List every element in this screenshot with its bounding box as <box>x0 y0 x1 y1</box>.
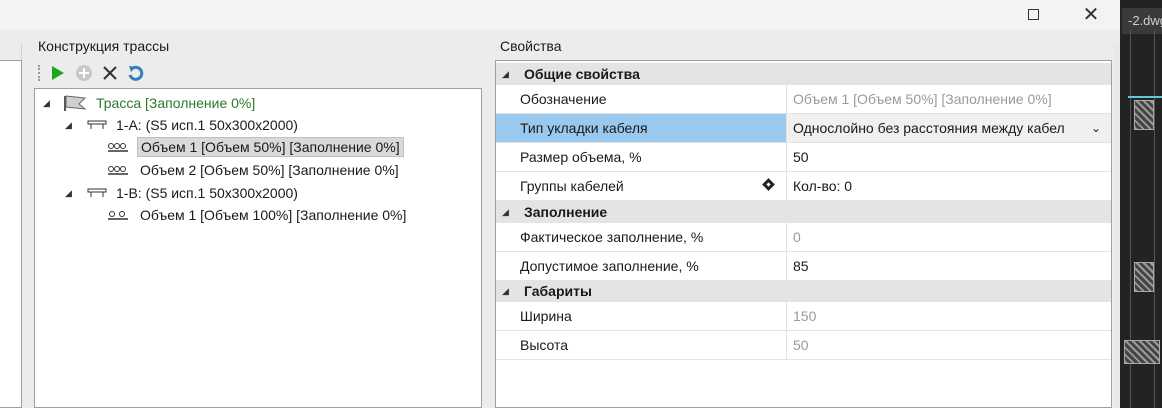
expand-arrow-icon[interactable]: ◢ <box>65 120 75 131</box>
title-bar: ✕ <box>0 0 1120 30</box>
cad-hatch <box>1134 100 1154 130</box>
property-value-input[interactable]: 50 <box>786 143 1111 171</box>
add-button[interactable] <box>74 63 94 83</box>
maximize-button[interactable] <box>1010 0 1056 28</box>
add-circle-icon <box>76 65 92 81</box>
left-pane <box>0 60 22 408</box>
route-flag-icon <box>64 95 87 111</box>
tree-node-volume-1b[interactable]: Объем 1 [Объем 100%] [Заполнение 0%] <box>107 204 409 226</box>
delete-button[interactable] <box>100 63 120 83</box>
panel-splitter[interactable] <box>1114 45 1120 408</box>
property-row-height[interactable]: Высота 50 <box>496 331 1111 360</box>
cable-volume-icon <box>108 166 128 175</box>
tree-node-tray-1b[interactable]: ◢ 1-B: (S5 исп.1 50x300x2000) <box>65 182 301 204</box>
cable-volume-icon <box>108 143 128 152</box>
property-value[interactable]: Кол-во: 0 <box>786 172 1111 200</box>
construction-tree[interactable]: ◢ Трасса [Заполнение 0%] ◢ 1-A: (S5 исп.… <box>34 88 482 408</box>
property-name: Ширина <box>520 308 572 324</box>
tree-node-volume-1[interactable]: Объем 1 [Объем 50%] [Заполнение 0%] <box>107 136 404 158</box>
property-name: Высота <box>520 337 569 353</box>
category-label: Общие свойства <box>524 66 640 82</box>
cable-volume-icon <box>108 211 128 220</box>
left-pane-header <box>0 44 22 60</box>
property-row-designation[interactable]: Обозначение Объем 1 [Объем 50%] [Заполне… <box>496 85 1111 114</box>
cad-hatch <box>1124 340 1160 364</box>
category-general[interactable]: ◢ Общие свойства <box>496 63 1111 85</box>
property-value: 50 <box>786 331 1111 359</box>
close-button[interactable]: ✕ <box>1068 0 1114 28</box>
property-name: Допустимое заполнение, % <box>520 258 699 274</box>
delete-x-icon <box>103 66 117 80</box>
play-button[interactable] <box>48 63 68 83</box>
collapse-arrow-icon[interactable]: ◢ <box>502 207 512 218</box>
property-row-volume-size[interactable]: Размер объема, % 50 <box>496 143 1111 172</box>
tree-node-label: Объем 2 [Объем 50%] [Заполнение 0%] <box>140 162 399 178</box>
property-name: Тип укладки кабеля <box>496 114 786 142</box>
property-row-width[interactable]: Ширина 150 <box>496 302 1111 331</box>
tree-node-label: Объем 1 [Объем 50%] [Заполнение 0%] <box>137 137 404 157</box>
expand-arrow-icon[interactable]: ◢ <box>43 98 53 109</box>
cad-selection-line <box>1128 96 1162 98</box>
cad-drawing-area[interactable]: -2.dwg <box>1120 0 1162 408</box>
category-label: Габариты <box>524 283 592 299</box>
property-row-actual-fill[interactable]: Фактическое заполнение, % 0 <box>496 223 1111 252</box>
property-name: Размер объема, % <box>520 149 642 165</box>
properties-panel-title: Свойства <box>500 38 562 54</box>
dropdown-value: Однослойно без расстояния между кабел <box>793 120 1065 136</box>
drawing-tab[interactable]: -2.dwg <box>1122 8 1162 34</box>
property-row-cable-groups[interactable]: Группы кабелей Кол-во: 0 <box>496 172 1111 201</box>
chevron-down-icon[interactable]: ⌄ <box>1091 121 1101 135</box>
cable-tray-icon <box>87 188 107 197</box>
maximize-icon <box>1027 8 1039 20</box>
category-label: Заполнение <box>524 204 608 220</box>
tree-node-route[interactable]: ◢ Трасса [Заполнение 0%] <box>43 92 258 114</box>
toolbar-grip-icon[interactable] <box>38 65 42 81</box>
property-name: Фактическое заполнение, % <box>520 229 704 245</box>
refresh-button[interactable] <box>126 63 146 83</box>
tree-toolbar <box>34 60 482 86</box>
property-row-cable-laying[interactable]: Тип укладки кабеля Однослойно без рассто… <box>496 114 1111 143</box>
tree-node-label: 1-B: (S5 исп.1 50x300x2000) <box>116 185 298 201</box>
property-value: 150 <box>786 302 1111 330</box>
collapse-arrow-icon[interactable]: ◢ <box>502 286 512 297</box>
tree-node-label: 1-A: (S5 исп.1 50x300x2000) <box>116 117 298 133</box>
tree-node-tray-1a[interactable]: ◢ 1-A: (S5 исп.1 50x300x2000) <box>65 114 301 136</box>
property-grid[interactable]: ◢ Общие свойства Обозначение Объем 1 [Об… <box>495 60 1112 408</box>
cable-laying-dropdown[interactable]: Однослойно без расстояния между кабел ⌄ <box>786 114 1111 142</box>
property-value: Объем 1 [Объем 50%] [Заполнение 0%] <box>786 85 1111 113</box>
tree-node-label: Объем 1 [Объем 100%] [Заполнение 0%] <box>140 207 407 223</box>
category-dimensions[interactable]: ◢ Габариты <box>496 280 1111 302</box>
expand-arrow-icon[interactable]: ◢ <box>65 188 75 199</box>
property-name: Обозначение <box>520 91 607 107</box>
property-value-input[interactable]: 85 <box>786 252 1111 280</box>
cad-hatch <box>1134 262 1154 292</box>
tree-node-label: Трасса [Заполнение 0%] <box>96 95 256 111</box>
tree-panel-title: Конструкция трассы <box>38 38 170 54</box>
property-row-allowed-fill[interactable]: Допустимое заполнение, % 85 <box>496 252 1111 281</box>
cable-tray-icon <box>87 120 107 129</box>
property-value: 0 <box>786 223 1111 251</box>
property-name: Группы кабелей <box>520 178 624 194</box>
play-icon <box>52 66 64 80</box>
collapse-arrow-icon[interactable]: ◢ <box>502 69 512 80</box>
category-filling[interactable]: ◢ Заполнение <box>496 201 1111 223</box>
close-icon: ✕ <box>1082 3 1100 26</box>
refresh-icon <box>128 65 144 81</box>
tree-node-volume-2[interactable]: Объем 2 [Объем 50%] [Заполнение 0%] <box>107 159 402 181</box>
